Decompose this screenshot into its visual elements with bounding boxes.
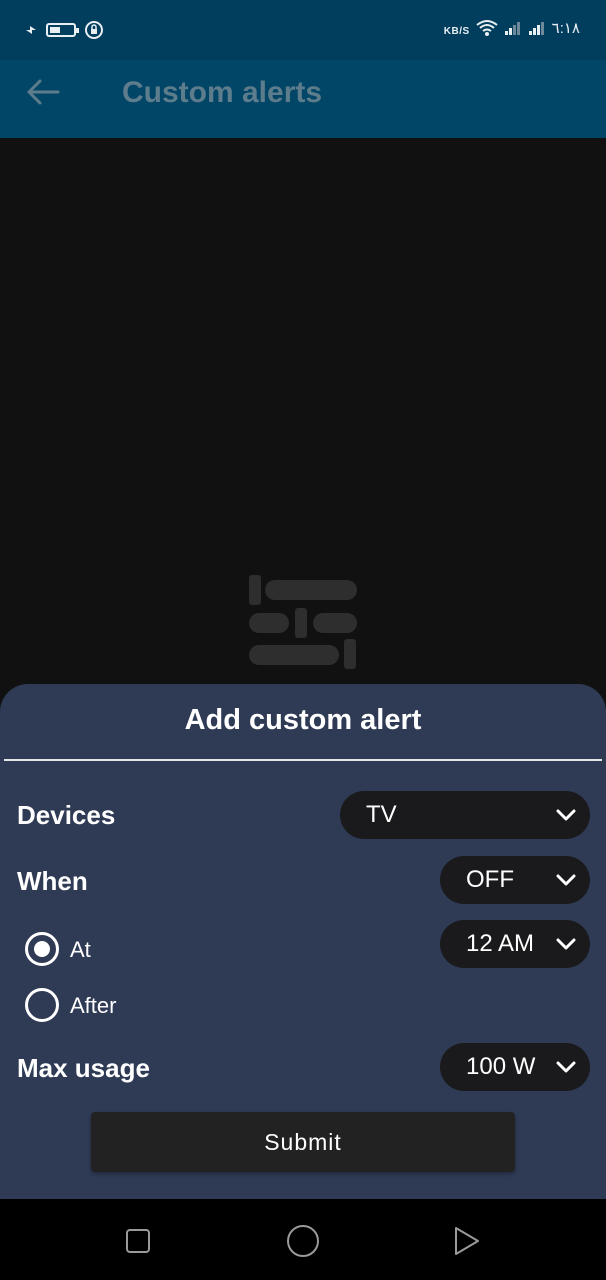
system-nav-bar <box>0 1199 606 1280</box>
sheet-title: Add custom alert <box>184 704 422 736</box>
network-speed-unit: KB/S <box>443 26 470 37</box>
signal-2-icon <box>528 21 544 35</box>
sheet-divider <box>4 759 602 761</box>
recents-square-icon <box>126 1229 150 1253</box>
submit-button[interactable]: Submit <box>91 1112 515 1172</box>
time-dropdown[interactable]: 12 AM <box>440 920 590 968</box>
charging-icon <box>26 26 36 34</box>
devices-dropdown[interactable]: TV <box>340 791 590 839</box>
devices-label: Devices <box>17 800 116 830</box>
max-usage-dropdown[interactable]: 100 W <box>440 1043 590 1091</box>
chevron-down-icon <box>556 874 576 886</box>
status-bar: KB/S ٦:١٨ <box>0 0 606 60</box>
devices-value: TV <box>366 801 397 828</box>
when-value: OFF <box>466 866 514 893</box>
back-triangle-icon <box>455 1227 479 1255</box>
status-right-icons: KB/S ٦:١٨ <box>443 18 580 38</box>
nav-back-button[interactable] <box>446 1221 486 1261</box>
clock: ٦:١٨ <box>551 19 580 37</box>
signal-1-icon <box>504 21 520 35</box>
arrow-back-icon <box>27 79 60 105</box>
after-label: After <box>70 993 117 1018</box>
max-usage-label: Max usage <box>17 1053 150 1083</box>
back-button[interactable] <box>26 76 66 108</box>
max-usage-value: 100 W <box>466 1053 536 1080</box>
chevron-down-icon <box>556 938 576 950</box>
recents-button[interactable] <box>118 1221 158 1261</box>
wifi-icon <box>476 19 498 36</box>
lock-sync-icon <box>85 21 103 39</box>
chevron-down-icon <box>556 1061 576 1073</box>
chevron-down-icon <box>556 809 576 821</box>
at-radio[interactable] <box>25 932 59 966</box>
battery-icon <box>46 23 79 37</box>
after-radio[interactable] <box>25 988 59 1022</box>
page-title: Custom alerts <box>122 76 323 109</box>
home-button[interactable] <box>283 1221 323 1261</box>
at-label: At <box>70 937 91 962</box>
app-logo-icon <box>249 575 357 669</box>
add-alert-sheet: Add custom alert Devices TV When OFF At … <box>0 684 606 1199</box>
status-left-icons <box>24 20 104 40</box>
when-label: When <box>17 866 88 896</box>
when-dropdown[interactable]: OFF <box>440 856 590 904</box>
home-circle-icon <box>287 1225 319 1257</box>
time-value: 12 AM <box>466 930 535 957</box>
